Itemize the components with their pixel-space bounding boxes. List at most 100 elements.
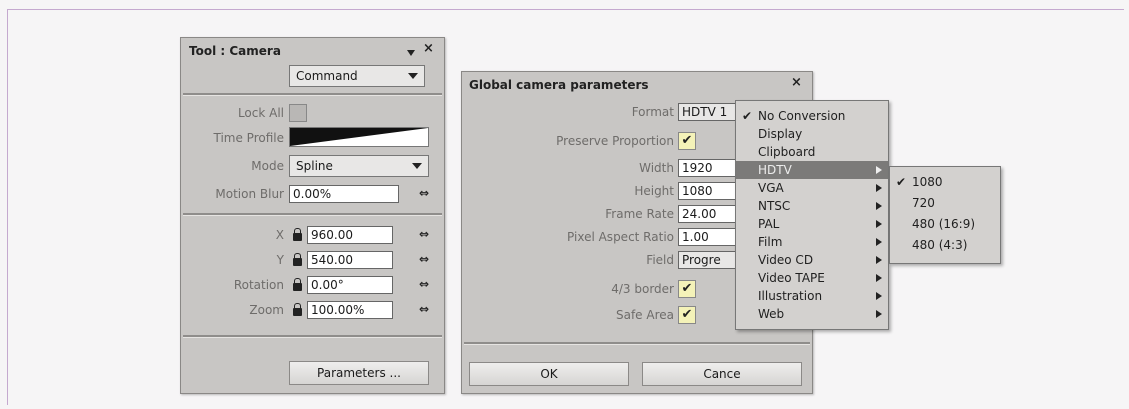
menu-item-web[interactable]: Web	[736, 305, 888, 323]
lock-icon[interactable]	[293, 228, 302, 241]
rotation-field[interactable]: 0.00°	[307, 276, 393, 294]
submenu-arrow-icon	[876, 166, 882, 174]
chevron-down-icon	[412, 163, 422, 169]
lock-icon[interactable]	[293, 303, 302, 316]
menu-item-hdtv[interactable]: HDTV	[736, 161, 888, 179]
pin-arrow-icon[interactable]	[407, 50, 415, 56]
frame-rate-label: Frame Rate	[605, 207, 674, 221]
x-field[interactable]: 960.00	[307, 226, 393, 244]
submenu-item-480-4-3[interactable]: 480 (4:3)	[890, 236, 1000, 254]
ok-button[interactable]: OK	[469, 362, 629, 386]
submenu-arrow-icon	[876, 292, 882, 300]
submenu-arrow-icon	[876, 202, 882, 210]
menu-item-label: 480 (16:9)	[912, 217, 976, 231]
animate-icon[interactable]: ⇔	[419, 227, 429, 241]
mode-label: Mode	[251, 159, 284, 173]
tool-camera-panel: Tool : Camera × Command Lock All Time Pr…	[180, 37, 445, 394]
width-label: Width	[639, 161, 674, 175]
close-icon[interactable]: ×	[423, 41, 434, 56]
separator	[183, 335, 442, 338]
field-label: Field	[646, 253, 674, 267]
submenu-arrow-icon	[876, 274, 882, 282]
menu-item-label: HDTV	[758, 163, 792, 177]
height-field[interactable]: 1080	[678, 182, 740, 200]
animate-icon[interactable]: ⇔	[419, 302, 429, 316]
zoom-field[interactable]: 100.00%	[307, 301, 393, 319]
check-icon: ✔	[742, 109, 753, 123]
submenu-arrow-icon	[876, 238, 882, 246]
safe-area-checkbox[interactable]: ✔	[678, 306, 696, 324]
rotation-label: Rotation	[233, 278, 284, 292]
time-profile-graph[interactable]	[289, 127, 429, 147]
menu-item-no-conversion[interactable]: ✔ No Conversion	[736, 107, 888, 125]
menu-item-label: Clipboard	[758, 145, 816, 159]
y-label: Y	[276, 253, 284, 267]
separator	[464, 342, 810, 345]
menu-item-video-tape[interactable]: Video TAPE	[736, 269, 888, 287]
command-combo-value: Command	[296, 69, 358, 83]
format-field[interactable]: HDTV 1	[678, 103, 740, 121]
safe-area-label: Safe Area	[615, 308, 674, 322]
submenu-item-720[interactable]: 720	[890, 194, 1000, 212]
format-menu: ✔ No Conversion Display Clipboard HDTV V…	[735, 100, 889, 330]
separator	[183, 213, 442, 216]
motion-blur-field[interactable]: 0.00%	[289, 185, 399, 203]
animate-icon[interactable]: ⇔	[419, 186, 429, 200]
y-field[interactable]: 540.00	[307, 251, 393, 269]
menu-item-film[interactable]: Film	[736, 233, 888, 251]
command-combo[interactable]: Command	[289, 65, 425, 87]
motion-blur-label: Motion Blur	[215, 187, 284, 201]
menu-item-label: NTSC	[758, 199, 791, 213]
close-icon[interactable]: ×	[791, 75, 802, 90]
menu-item-label: Video TAPE	[758, 271, 825, 285]
lock-icon[interactable]	[293, 278, 302, 291]
menu-item-display[interactable]: Display	[736, 125, 888, 143]
menu-item-label: 720	[912, 196, 935, 210]
menu-item-clipboard[interactable]: Clipboard	[736, 143, 888, 161]
menu-item-label: Video CD	[758, 253, 814, 267]
cancel-button[interactable]: Cance	[642, 362, 802, 386]
menu-item-video-cd[interactable]: Video CD	[736, 251, 888, 269]
width-field[interactable]: 1920	[678, 159, 740, 177]
border-checkbox[interactable]: ✔	[678, 280, 696, 298]
frame-rate-field[interactable]: 24.00	[678, 205, 740, 223]
border-label: 4/3 border	[611, 282, 674, 296]
chevron-down-icon	[408, 73, 418, 79]
global-panel-title: Global camera parameters	[469, 78, 649, 92]
preserve-proportion-checkbox[interactable]: ✔	[678, 132, 696, 150]
tool-panel-title: Tool : Camera	[189, 44, 281, 58]
menu-item-ntsc[interactable]: NTSC	[736, 197, 888, 215]
menu-item-illustration[interactable]: Illustration	[736, 287, 888, 305]
menu-item-pal[interactable]: PAL	[736, 215, 888, 233]
separator	[183, 93, 442, 96]
submenu-item-480-16-9[interactable]: 480 (16:9)	[890, 215, 1000, 233]
submenu-arrow-icon	[876, 220, 882, 228]
lock-all-checkbox[interactable]	[289, 104, 307, 122]
menu-item-label: Illustration	[758, 289, 823, 303]
menu-item-label: Film	[758, 235, 783, 249]
mode-combo[interactable]: Spline	[289, 155, 429, 177]
menu-item-label: 480 (4:3)	[912, 238, 968, 252]
submenu-arrow-icon	[876, 256, 882, 264]
x-label: X	[275, 228, 284, 242]
pixel-aspect-label: Pixel Aspect Ratio	[567, 230, 674, 244]
field-combo[interactable]: Progre	[678, 251, 740, 269]
menu-item-label: VGA	[758, 181, 784, 195]
menu-item-vga[interactable]: VGA	[736, 179, 888, 197]
mode-combo-value: Spline	[296, 159, 333, 173]
parameters-button[interactable]: Parameters ...	[289, 361, 429, 385]
menu-item-label: Display	[758, 127, 803, 141]
preserve-proportion-label: Preserve Proportion	[556, 134, 674, 148]
submenu-item-1080[interactable]: ✔ 1080	[890, 173, 1000, 191]
animate-icon[interactable]: ⇔	[419, 277, 429, 291]
format-label: Format	[631, 105, 674, 119]
lock-icon[interactable]	[293, 253, 302, 266]
height-label: Height	[634, 184, 674, 198]
submenu-arrow-icon	[876, 184, 882, 192]
check-icon: ✔	[896, 175, 907, 189]
animate-icon[interactable]: ⇔	[419, 252, 429, 266]
time-profile-label: Time Profile	[213, 131, 285, 145]
pixel-aspect-field[interactable]: 1.00	[678, 228, 740, 246]
menu-item-label: PAL	[758, 217, 780, 231]
zoom-label: Zoom	[249, 303, 284, 317]
